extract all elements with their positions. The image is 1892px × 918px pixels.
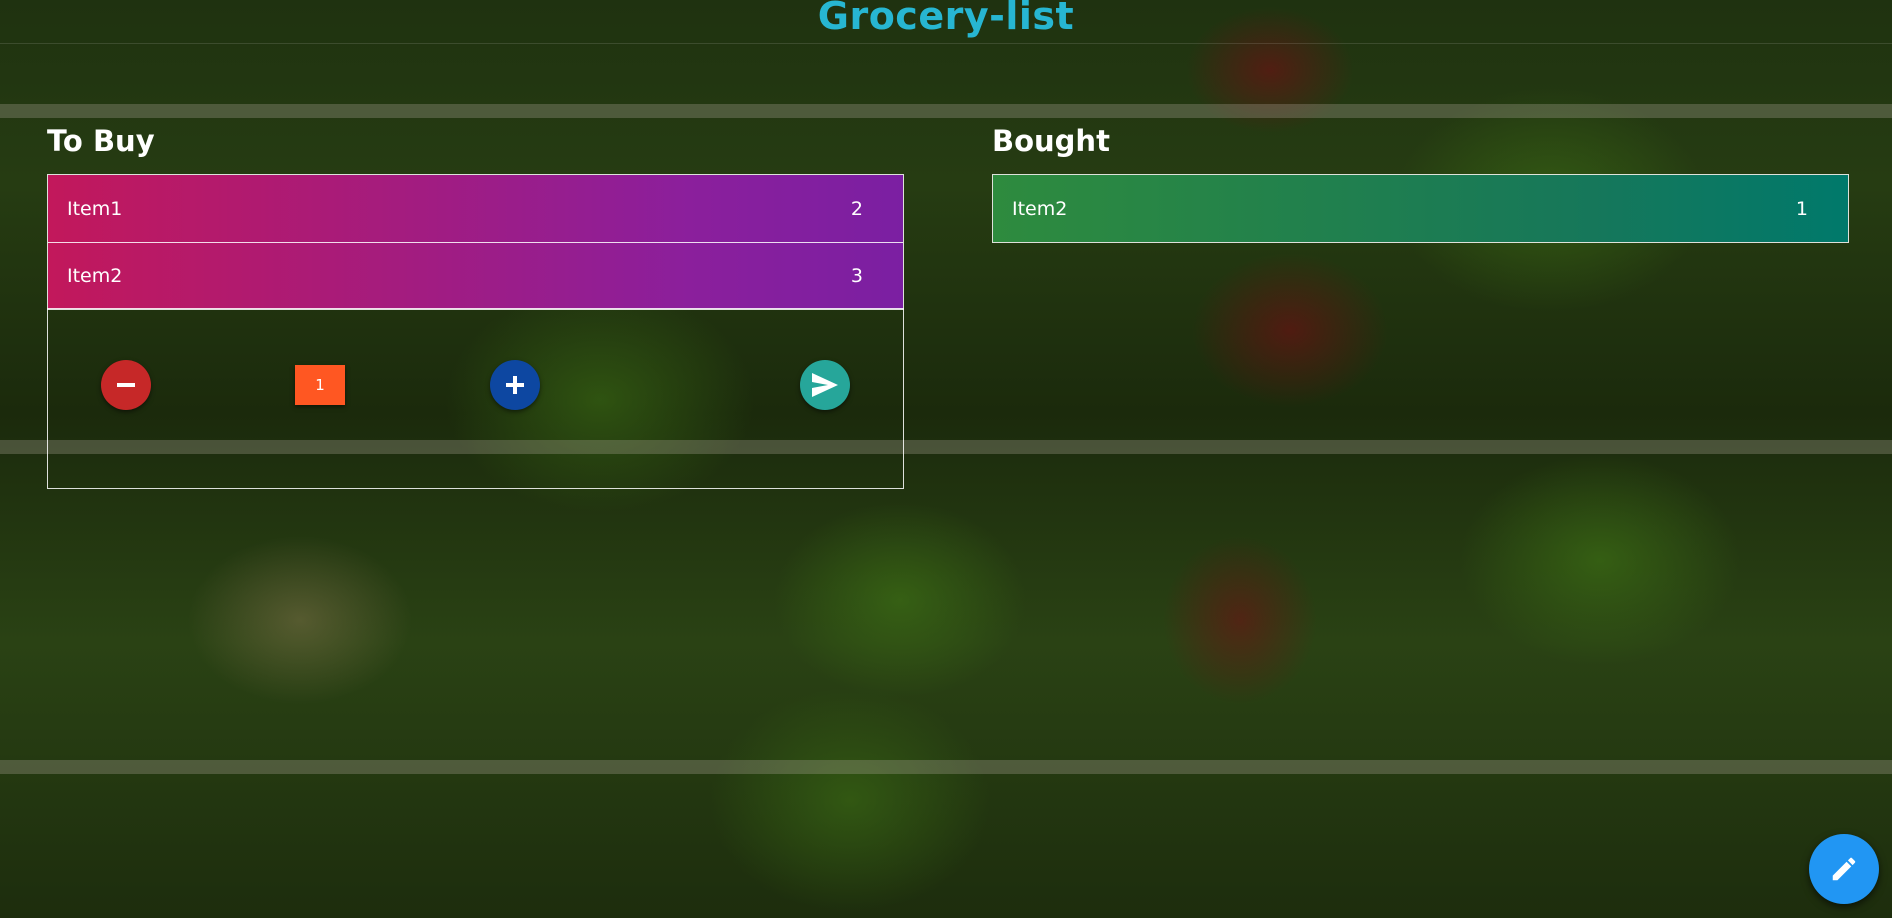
item-quantity: 1 xyxy=(1795,197,1808,220)
title-divider xyxy=(0,43,1892,44)
bought-list: Item2 1 xyxy=(992,174,1849,243)
send-icon xyxy=(812,373,838,397)
increment-button[interactable] xyxy=(490,360,540,410)
edit-fab-button[interactable] xyxy=(1809,834,1879,904)
submit-button[interactable] xyxy=(800,360,850,410)
shelf-divider xyxy=(0,104,1892,118)
shelf-divider xyxy=(0,760,1892,774)
list-item[interactable]: Item1 2 xyxy=(48,175,903,242)
item-name: Item1 xyxy=(67,197,123,220)
to-buy-heading: To Buy xyxy=(47,124,155,158)
plus-icon xyxy=(506,376,524,394)
decrement-button[interactable] xyxy=(101,360,151,410)
item-quantity: 3 xyxy=(850,265,863,287)
quantity-display: 1 xyxy=(295,365,345,405)
to-buy-list: Item1 2 Item2 3 xyxy=(47,174,904,310)
list-item[interactable]: Item2 3 xyxy=(48,242,903,309)
app-title: Grocery-list xyxy=(817,0,1075,38)
item-quantity: 2 xyxy=(850,197,863,220)
item-name: Item2 xyxy=(1012,197,1068,220)
bought-heading: Bought xyxy=(992,124,1110,158)
list-item[interactable]: Item2 1 xyxy=(993,175,1848,242)
quantity-controls: 1 xyxy=(47,308,904,489)
minus-icon xyxy=(117,383,135,387)
pencil-icon xyxy=(1832,857,1856,881)
item-name: Item2 xyxy=(67,265,123,287)
